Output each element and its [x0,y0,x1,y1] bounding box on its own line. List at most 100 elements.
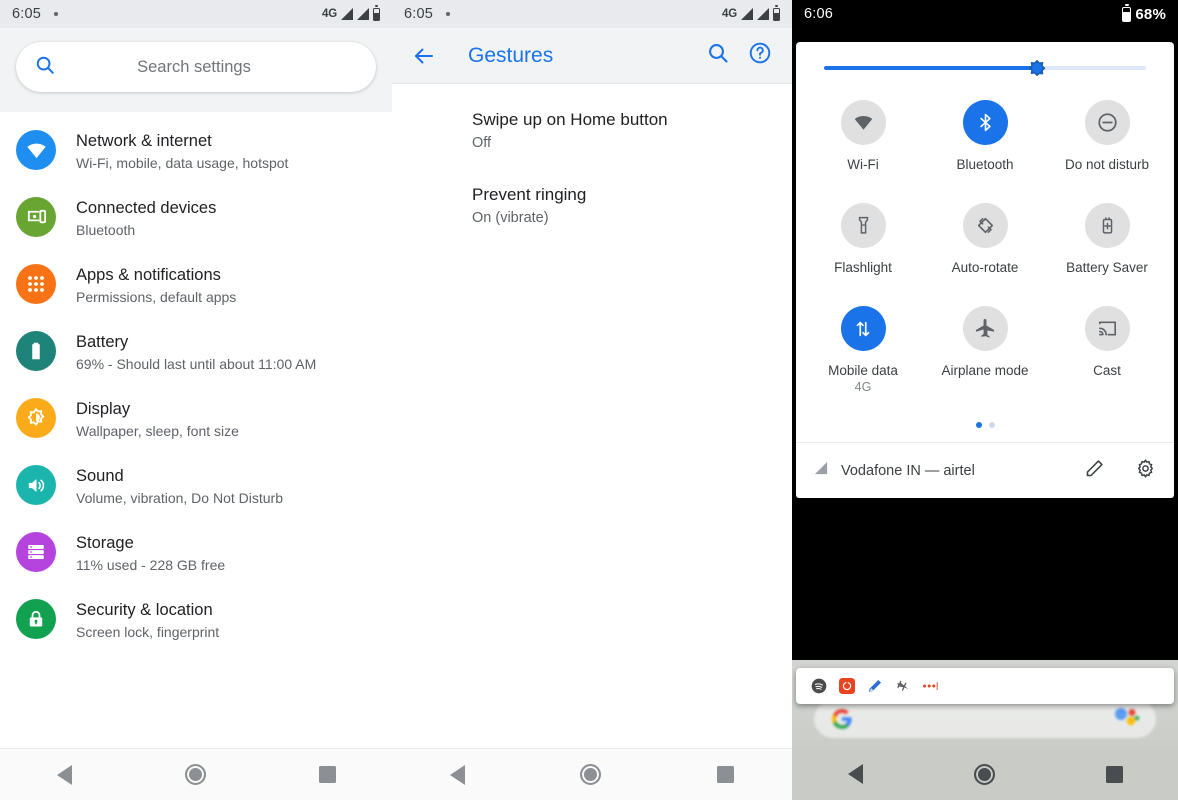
settings-list: Network & internet Wi-Fi, mobile, data u… [0,112,392,654]
back-arrow-icon[interactable] [406,38,442,74]
gestures-item-title: Swipe up on Home button [472,110,668,129]
brightness-thumb-icon[interactable] [1024,55,1050,81]
bluetooth-icon [962,100,1008,145]
settings-item-title: Security & location [76,601,213,619]
settings-item-connected-devices[interactable]: Connected devices Bluetooth [0,185,392,252]
qs-tile-flashlight[interactable]: Flashlight [802,193,924,296]
page-dot-2[interactable] [988,422,995,428]
qs-tile-label: Cast [1093,363,1121,378]
settings-item-text: Sound Volume, vibration, Do Not Disturb [56,464,283,508]
home-button-icon[interactable] [973,763,995,785]
settings-item-title: Network & internet [76,132,212,150]
qs-tile-airplane-mode[interactable]: Airplane mode [924,296,1046,414]
status-bar: 6:06 68% [792,0,1178,28]
quick-settings-card: Wi-Fi Bluetooth Do not disturb Flashligh… [796,42,1174,498]
signal-bars-icon [741,8,753,20]
back-button-icon[interactable] [449,764,465,785]
navigation-bar [392,748,792,800]
recents-button-icon[interactable] [717,766,735,783]
orange-app-icon[interactable] [838,678,855,695]
brightness-icon [16,398,56,438]
settings-item-sound[interactable]: Sound Volume, vibration, Do Not Disturb [0,453,392,520]
qs-tile-bluetooth[interactable]: Bluetooth [924,90,1046,193]
gestures-item-prevent-ringing[interactable]: Prevent ringing On (vibrate) [392,169,792,244]
volume-icon [16,465,56,505]
gestures-screen-panel: 6:05 4G Gestures Swipe up on Home button… [392,0,792,800]
qs-tile-label: Airplane mode [941,363,1029,378]
back-button-icon[interactable] [56,764,72,785]
settings-item-network[interactable]: Network & internet Wi-Fi, mobile, data u… [0,118,392,185]
gear-icon[interactable] [1135,458,1156,484]
settings-item-battery[interactable]: Battery 69% - Should last until about 11… [0,319,392,386]
more-notifications-icon[interactable] [922,678,939,695]
settings-item-title: Storage [76,534,134,552]
gestures-item-swipe-up[interactable]: Swipe up on Home button Off [392,94,792,169]
back-button-icon[interactable] [847,764,863,784]
search-icon [34,54,56,81]
google-logo-icon [831,709,852,729]
page-dot-1[interactable] [975,422,982,428]
mobile-data-icon [840,306,886,351]
edit-pencil-icon[interactable] [1084,458,1105,484]
qs-tile-mobile-data[interactable]: Mobile data 4G [802,296,924,414]
qs-tile-auto-rotate[interactable]: Auto-rotate [924,193,1046,296]
search-zone: Search settings [0,28,392,112]
qs-tile-battery-saver[interactable]: Battery Saver [1046,193,1168,296]
qs-tile-label: Wi-Fi [847,157,879,172]
notification-dot-icon [54,12,59,16]
settings-item-subtitle: Wi-Fi, mobile, data usage, hotspot [76,155,289,171]
pen-app-icon[interactable] [866,678,883,695]
settings-item-title: Display [76,400,131,418]
settings-item-subtitle: Permissions, default apps [76,289,237,305]
settings-item-title: Apps & notifications [76,266,221,284]
search-icon[interactable] [706,41,730,70]
do-not-disturb-icon [1084,100,1130,145]
settings-item-display[interactable]: Display Wallpaper, sleep, font size [0,386,392,453]
home-button-icon[interactable] [184,764,206,785]
home-button-icon[interactable] [580,764,602,785]
apps-grid-icon [16,264,56,304]
help-icon[interactable] [748,41,772,70]
network-type-label: 4G [322,8,337,20]
recents-button-icon[interactable] [318,766,336,783]
settings-screen-panel: 6:05 4G Search settings Network & intern… [0,0,392,800]
qs-tile-label: Auto-rotate [951,260,1019,275]
settings-item-apps[interactable]: Apps & notifications Permissions, defaul… [0,252,392,319]
lock-icon [16,599,56,639]
signal-bars-icon [814,461,829,481]
recents-button-icon[interactable] [1105,765,1123,783]
connected-devices-icon [16,197,56,237]
network-type-label: 4G [722,8,737,20]
airplane-notification-icon[interactable] [894,678,911,695]
settings-item-subtitle: Wallpaper, sleep, font size [76,423,239,439]
brightness-slider[interactable] [796,42,1174,88]
spotify-app-icon[interactable] [810,678,827,695]
qs-tile-row: Wi-Fi Bluetooth Do not disturb [802,90,1168,193]
quick-settings-footer: Vodafone IN — airtel [796,442,1174,498]
page-indicator [796,420,1174,442]
gestures-list: Swipe up on Home button Off Prevent ring… [392,84,792,244]
qs-tile-label: Do not disturb [1064,157,1150,172]
qs-tile-do-not-disturb[interactable]: Do not disturb [1046,90,1168,193]
qs-tile-wifi[interactable]: Wi-Fi [802,90,924,193]
settings-item-title: Battery [76,333,129,351]
settings-item-text: Storage 11% used - 228 GB free [56,531,225,575]
navigation-bar [792,748,1178,800]
google-search-widget[interactable] [814,700,1156,738]
notification-shelf [796,668,1174,704]
search-input[interactable]: Search settings [16,42,376,92]
qs-tile-cast[interactable]: Cast [1046,296,1168,414]
gestures-item-title: Prevent ringing [472,185,587,204]
settings-item-security[interactable]: Security & location Screen lock, fingerp… [0,587,392,654]
auto-rotate-icon [962,203,1008,248]
battery-status-icon [1122,3,1132,22]
settings-item-subtitle: Bluetooth [76,222,136,238]
settings-item-subtitle: 69% - Should last until about 11:00 AM [76,356,317,372]
settings-item-text: Connected devices Bluetooth [56,196,216,240]
qs-tile-row: Mobile data 4G Airplane mode Cast [802,296,1168,414]
airplane-icon [962,306,1008,351]
settings-item-storage[interactable]: Storage 11% used - 228 GB free [0,520,392,587]
qs-tile-label: Battery Saver [1066,260,1148,275]
quick-settings-panel: 6:06 68% Wi-Fi Bluetooth Do not disturb … [792,0,1178,800]
wifi-icon [840,100,886,145]
